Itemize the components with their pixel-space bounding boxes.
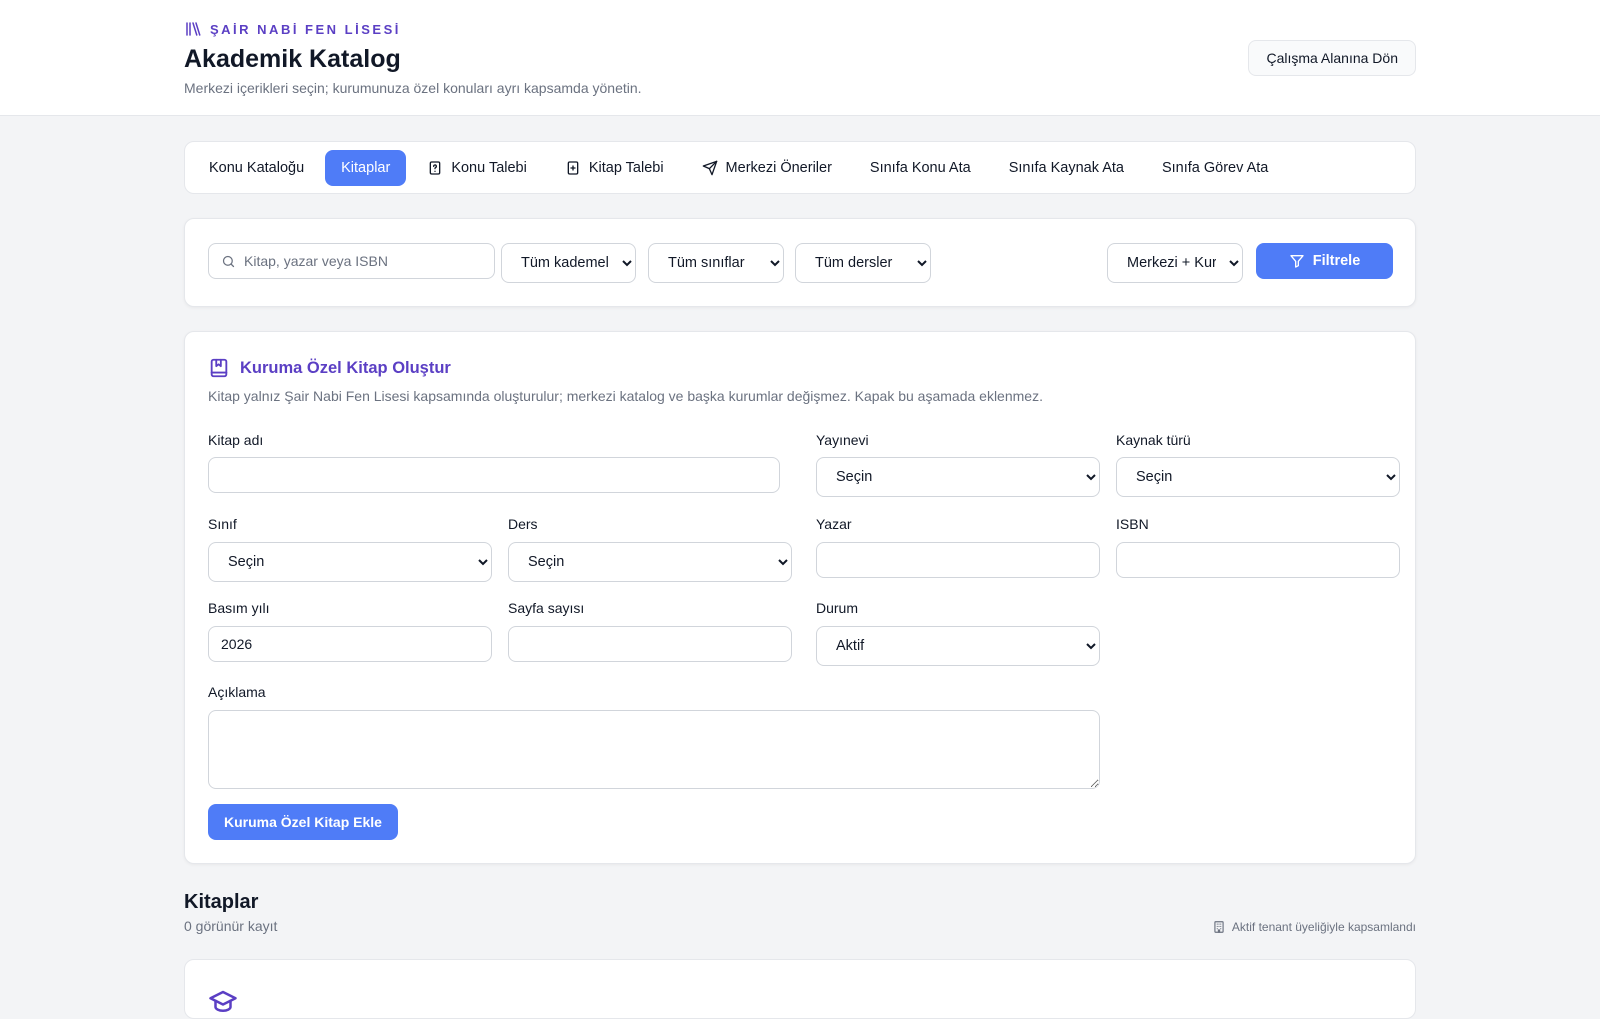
description-label: Açıklama xyxy=(208,684,266,700)
tab-label: Sınıfa Konu Ata xyxy=(869,159,971,176)
tab-label: Sınıfa Görev Ata xyxy=(1161,159,1269,176)
catalog-tabs: Konu Kataloğu Kitaplar Konu Talebi Kitap… xyxy=(184,141,1416,194)
tab-books[interactable]: Kitaplar xyxy=(325,149,407,186)
subject-label: Ders xyxy=(508,516,538,532)
isbn-input[interactable] xyxy=(1116,542,1400,578)
publisher-select[interactable]: Seçin xyxy=(816,457,1100,497)
subject-filter-select[interactable]: Tüm dersler xyxy=(795,243,931,283)
year-label: Basım yılı xyxy=(208,600,270,616)
isbn-label: ISBN xyxy=(1116,516,1149,532)
brand: ŞAİR NABİ FEN LİSESİ xyxy=(184,20,642,38)
header-titles: ŞAİR NABİ FEN LİSESİ Akademik Katalog Me… xyxy=(184,20,642,97)
create-book-title: Kuruma Özel Kitap Oluştur xyxy=(240,358,451,377)
source-type-label: Kaynak türü xyxy=(1116,432,1191,448)
book-bookmark-icon xyxy=(210,358,228,378)
pages-label: Sayfa sayısı xyxy=(508,600,585,616)
send-icon xyxy=(702,160,717,175)
description-textarea[interactable] xyxy=(208,710,1100,789)
class-filter-select[interactable]: Tüm sınıflar xyxy=(648,243,784,283)
books-section-title: Kitaplar xyxy=(184,891,259,913)
book-name-input[interactable] xyxy=(208,457,780,493)
books-list xyxy=(184,959,1416,1019)
subject-select[interactable]: Seçin xyxy=(508,542,792,582)
author-input[interactable] xyxy=(816,542,1100,578)
create-book-description: Kitap yalnız Şair Nabi Fen Lisesi kapsam… xyxy=(208,388,1043,404)
tab-topic-catalog[interactable]: Konu Kataloğu xyxy=(192,150,321,186)
tab-label: Sınıfa Kaynak Ata xyxy=(1008,159,1124,176)
page-title: Akademik Katalog xyxy=(184,45,401,73)
building-icon xyxy=(1214,921,1224,933)
scope-select[interactable]: Merkezi + Kurum xyxy=(1107,243,1243,283)
class-label: Sınıf xyxy=(208,516,237,532)
tab-label: Merkezi Öneriler xyxy=(725,159,832,176)
year-input[interactable] xyxy=(208,626,492,662)
search-input[interactable] xyxy=(244,253,474,269)
filter-button[interactable]: Filtrele xyxy=(1256,243,1393,279)
pages-input[interactable] xyxy=(508,626,792,662)
tab-label: Konu Kataloğu xyxy=(209,159,305,176)
library-books-icon xyxy=(186,22,201,36)
book-name-label: Kitap adı xyxy=(208,432,264,448)
tab-topic-request[interactable]: Konu Talebi xyxy=(410,150,544,186)
back-to-workspace-button[interactable]: Çalışma Alanına Dön xyxy=(1248,40,1416,76)
tenant-scope-note: Aktif tenant üyeliğiyle kapsamlandı xyxy=(1212,920,1416,934)
tab-assign-task[interactable]: Sınıfa Görev Ata xyxy=(1145,150,1285,186)
page-header: ŞAİR NABİ FEN LİSESİ Akademik Katalog Me… xyxy=(0,0,1600,116)
question-file-icon xyxy=(429,160,441,175)
tab-central-suggestions[interactable]: Merkezi Öneriler xyxy=(685,150,849,186)
class-select[interactable]: Seçin xyxy=(208,542,492,582)
tenant-scope-text: Aktif tenant üyeliğiyle kapsamlandı xyxy=(1231,920,1416,934)
create-book-heading: Kuruma Özel Kitap Oluştur xyxy=(208,357,451,379)
tab-assign-source[interactable]: Sınıfa Kaynak Ata xyxy=(992,150,1141,186)
filter-button-label: Filtrele xyxy=(1312,253,1361,269)
author-label: Yazar xyxy=(816,516,852,532)
tab-label: Kitaplar xyxy=(341,159,391,176)
school-name: ŞAİR NABİ FEN LİSESİ xyxy=(210,21,401,37)
status-label: Durum xyxy=(816,600,859,616)
filter-bar: Tüm kademeler Tüm sınıflar Tüm dersler M… xyxy=(184,218,1416,307)
source-type-select[interactable]: Seçin xyxy=(1116,457,1400,497)
publisher-label: Yayınevi xyxy=(816,432,869,448)
search-icon xyxy=(222,255,235,267)
tab-label: Kitap Talebi xyxy=(588,159,664,176)
level-select[interactable]: Tüm kademeler xyxy=(501,243,636,283)
add-book-button[interactable]: Kuruma Özel Kitap Ekle xyxy=(208,804,398,840)
tab-assign-topic[interactable]: Sınıfa Konu Ata xyxy=(853,150,988,186)
search-box xyxy=(208,243,495,279)
visible-record-count: 0 görünür kayıt xyxy=(184,918,278,934)
graduation-cap-icon xyxy=(209,990,237,1012)
tab-label: Konu Talebi xyxy=(451,159,527,176)
status-select[interactable]: Aktif xyxy=(816,626,1100,666)
page-subtitle: Merkezi içerikleri seçin; kurumunuza öze… xyxy=(184,80,642,96)
funnel-icon xyxy=(1290,255,1304,268)
plus-file-icon xyxy=(567,160,579,175)
create-book-card: Kuruma Özel Kitap Oluştur Kitap yalnız Ş… xyxy=(184,331,1416,864)
tab-book-request[interactable]: Kitap Talebi xyxy=(548,150,681,186)
